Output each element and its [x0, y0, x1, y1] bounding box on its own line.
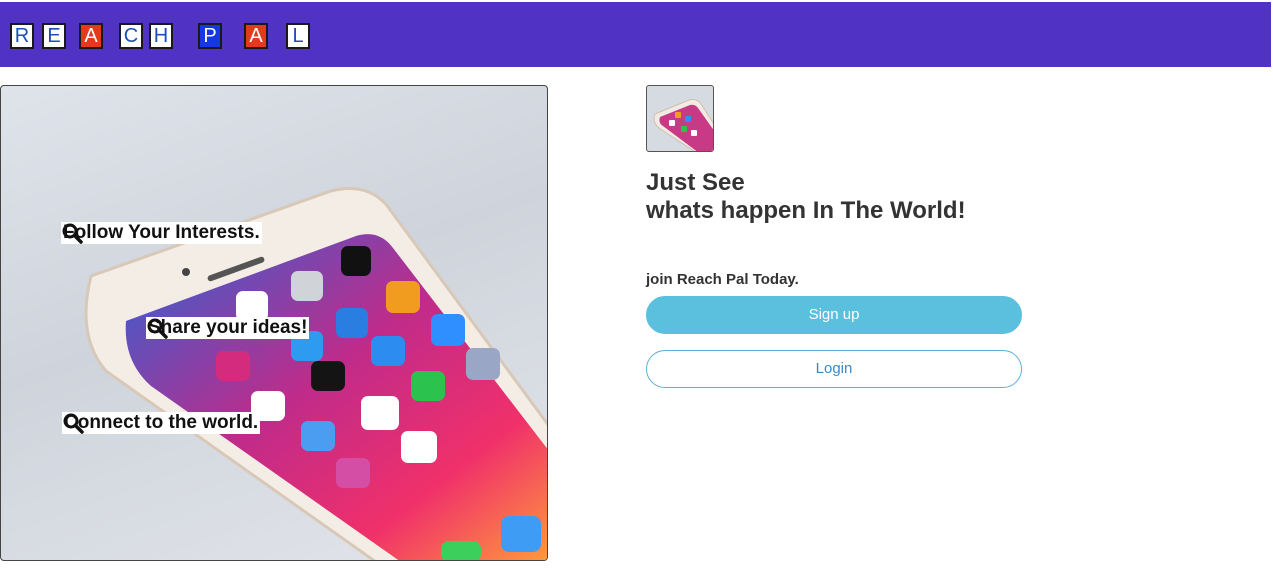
headline-line-2: whats happen In The World! — [646, 197, 966, 224]
logo-letter: H — [149, 23, 173, 49]
hero-image: Follow Your Interests. Share your ideas!… — [0, 85, 548, 561]
feature-connect-world: Connect to the world. — [62, 412, 261, 434]
feature-share-ideas: Share your ideas! — [146, 317, 310, 339]
logo-letter: P — [198, 23, 222, 49]
logo-letter: E — [42, 23, 66, 49]
search-icon — [62, 223, 83, 244]
feature-text: Follow Your Interests. — [63, 222, 260, 243]
search-icon — [63, 413, 84, 434]
header-bar: R E A C H P A L — [0, 2, 1271, 67]
feature-text: Share your ideas! — [148, 317, 308, 338]
headline-line-1: Just See — [646, 169, 745, 196]
feature-follow-interests: Follow Your Interests. — [61, 222, 262, 244]
phone-thumbnail — [646, 85, 714, 152]
login-button[interactable]: Login — [646, 350, 1022, 388]
logo-letter: C — [119, 23, 143, 49]
logo-letter: A — [244, 23, 268, 49]
phone-thumbnail-illustration — [653, 99, 713, 151]
search-icon — [147, 318, 168, 339]
logo-letter: L — [286, 23, 310, 49]
logo-letter: R — [10, 23, 34, 49]
page-headline: Just See whats happen In The World! — [646, 169, 1066, 225]
feature-text: Connect to the world. — [64, 412, 259, 433]
logo-letter: A — [79, 23, 103, 49]
join-text: join Reach Pal Today. — [646, 271, 799, 288]
signup-button[interactable]: Sign up — [646, 296, 1022, 334]
